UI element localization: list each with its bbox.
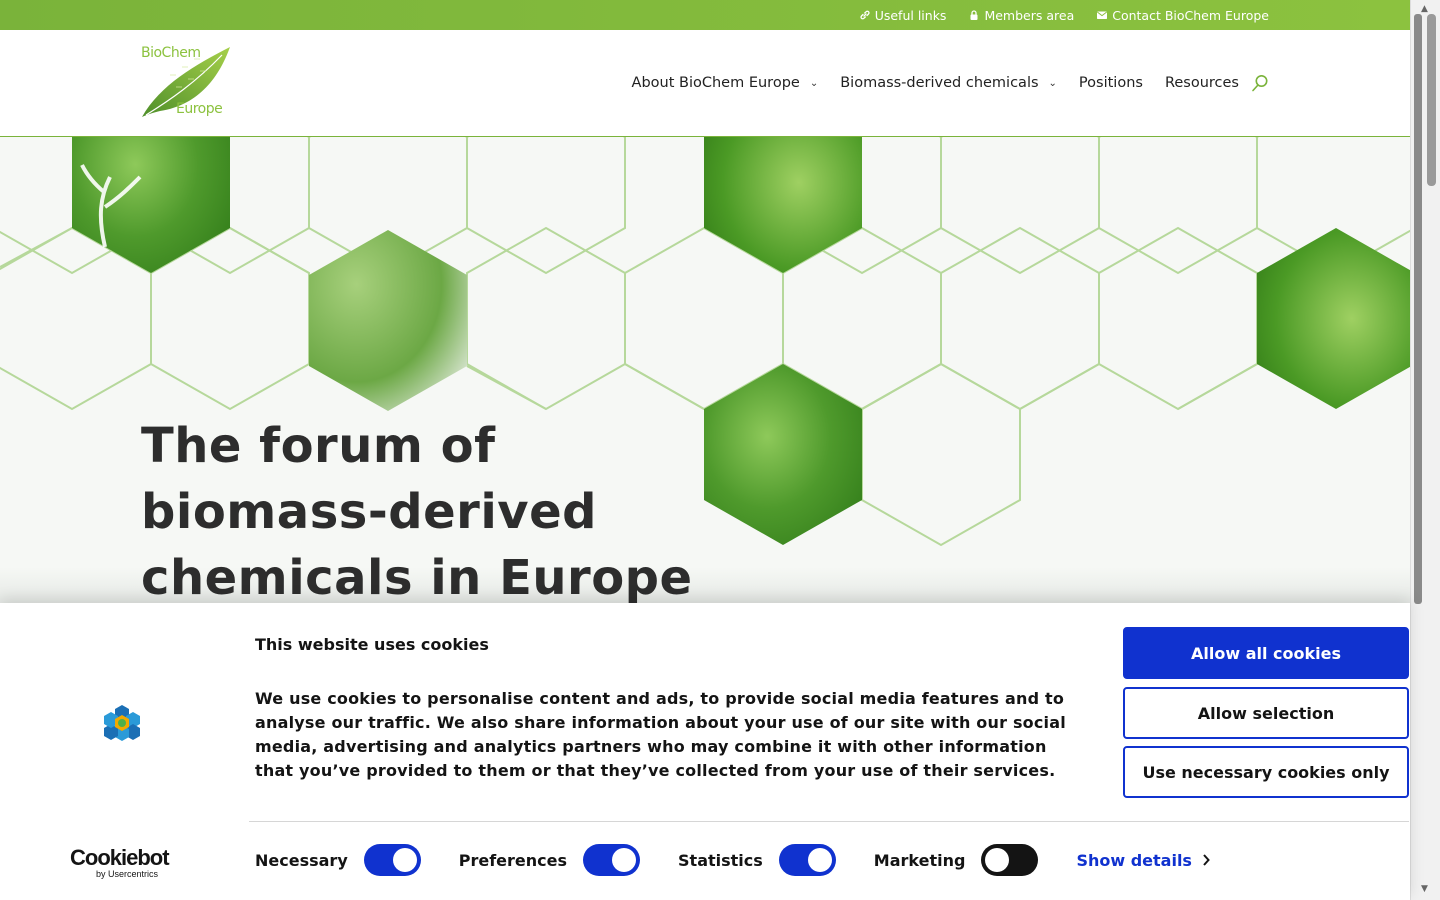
logo-text-europe: Europe (176, 101, 223, 117)
cookie-banner: This website uses cookies We use cookies… (0, 603, 1410, 900)
chevron-right-icon (1203, 854, 1210, 866)
show-details-link[interactable]: Show details (1076, 851, 1210, 870)
page-scrollbar[interactable]: ▲ ▼ (1410, 0, 1440, 900)
toggle-marketing-group: Marketing (874, 844, 1039, 876)
nav-biomass-chemicals[interactable]: Biomass-derived chemicals ⌄ (840, 75, 1057, 91)
toggle-marketing[interactable] (981, 844, 1039, 876)
toggle-necessary-label: Necessary (255, 850, 348, 870)
scroll-thumb[interactable] (1427, 14, 1436, 186)
envelope-icon (1097, 11, 1108, 19)
toggle-necessary[interactable] (363, 844, 421, 876)
toggle-knob (612, 848, 637, 872)
chevron-down-icon: ⌄ (809, 77, 819, 89)
toggle-preferences-group: Preferences (458, 844, 641, 876)
hero-title-line-2: biomass-derived (141, 484, 597, 540)
useful-links-label: Useful links (874, 7, 947, 23)
contact-label: Contact BioChem Europe (1112, 7, 1269, 23)
toggle-knob (392, 848, 417, 872)
hero-section: The forum of biomass-derived chemicals i… (0, 137, 1410, 607)
top-bar: Useful links Members area Contact BioChe… (0, 0, 1410, 30)
cookie-description: We use cookies to personalise content an… (255, 689, 1066, 780)
scroll-track (1414, 14, 1422, 604)
toggle-preferences[interactable] (583, 844, 641, 876)
necessary-cookies-only-button[interactable]: Use necessary cookies only (1123, 746, 1409, 798)
site-header: BioChem Europe About BioChem Europe ⌄ Bi… (0, 30, 1410, 137)
chevron-down-icon: ⌄ (1048, 77, 1057, 89)
hero-title-line-1: The forum of (141, 418, 496, 474)
nav-biomass-label: Biomass-derived chemicals (840, 75, 1039, 91)
cookie-title: This website uses cookies (255, 635, 489, 654)
cookiebot-brand-name: Cookiebot (70, 845, 170, 870)
cookiebot-brand-logo: Cookiebot by Usercentrics (70, 845, 174, 879)
nav-resources-label: Resources (1164, 75, 1239, 91)
hero-title-line-3: chemicals in Europe (141, 550, 693, 606)
cookie-toggles: Necessary Preferences Statistics Marketi… (255, 843, 1210, 877)
useful-links-link[interactable]: Useful links (859, 7, 947, 23)
allow-all-cookies-button[interactable]: Allow all cookies (1123, 627, 1409, 679)
logo-text-biochem: BioChem (141, 45, 201, 61)
search-icon[interactable] (1251, 74, 1269, 92)
cookie-divider (249, 821, 1409, 822)
toggle-statistics[interactable] (778, 844, 836, 876)
toggle-statistics-group: Statistics (678, 844, 836, 876)
scroll-up-arrow-icon[interactable]: ▲ (1421, 4, 1428, 14)
toggle-marketing-label: Marketing (873, 850, 966, 870)
members-area-label: Members area (984, 7, 1075, 23)
lock-icon (970, 10, 978, 20)
contact-link[interactable]: Contact BioChem Europe (1096, 8, 1269, 23)
toggle-preferences-label: Preferences (458, 850, 568, 870)
show-details-label: Show details (1076, 850, 1192, 870)
nav-positions-label: Positions (1078, 75, 1143, 91)
toggle-necessary-group: Necessary (255, 844, 421, 876)
nav-positions[interactable]: Positions (1079, 75, 1143, 91)
main-nav: About BioChem Europe ⌄ Biomass-derived c… (610, 30, 1269, 136)
site-logo[interactable]: BioChem Europe (140, 45, 232, 121)
cookiebot-hex-icon (104, 705, 140, 741)
allow-selection-button[interactable]: Allow selection (1123, 687, 1409, 739)
toggle-knob (807, 848, 832, 872)
members-area-link[interactable]: Members area (968, 8, 1074, 23)
hero-title: The forum of biomass-derived chemicals i… (141, 413, 693, 607)
nav-resources[interactable]: Resources (1165, 75, 1239, 91)
nav-about-label: About BioChem Europe (631, 75, 800, 91)
toggle-statistics-label: Statistics (678, 850, 763, 870)
toggle-knob (985, 848, 1010, 872)
nav-about[interactable]: About BioChem Europe ⌄ (632, 75, 819, 91)
link-icon (860, 10, 870, 20)
top-links: Useful links Members area Contact BioChe… (859, 0, 1269, 30)
scroll-down-arrow-icon[interactable]: ▼ (1421, 884, 1428, 894)
